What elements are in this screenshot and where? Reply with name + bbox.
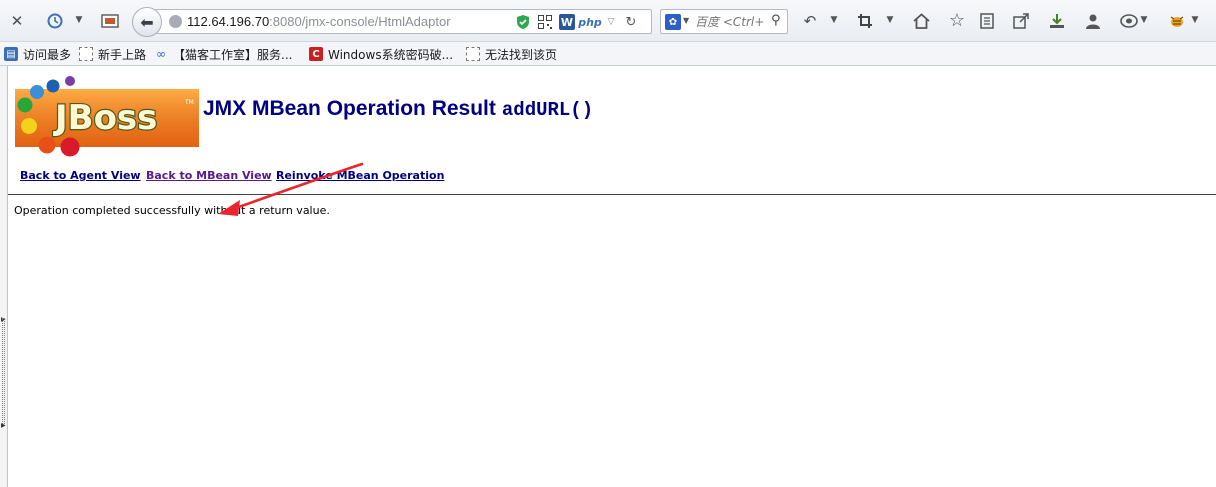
- bookmark-label: 【猫客工作室】服务...: [173, 47, 293, 62]
- php-icon[interactable]: php: [578, 14, 602, 30]
- undo-dropdown-icon[interactable]: ▼: [829, 11, 839, 29]
- divider: [8, 194, 1216, 195]
- qr-code-icon[interactable]: [537, 14, 553, 30]
- home-icon[interactable]: [908, 8, 934, 34]
- share-icon[interactable]: [1008, 8, 1034, 34]
- annotation-arrow-icon: [218, 162, 364, 216]
- browser-toolbar: ✕ ▼ 112.64.196.70:8080/jmx-console/HtmlA…: [0, 0, 1216, 42]
- operation-name: addURL(): [501, 99, 594, 121]
- url-text[interactable]: 112.64.196.70:8080/jmx-console/HtmlAdapt…: [187, 14, 451, 29]
- url-host: 112.64.196.70: [187, 14, 270, 29]
- bookmark-maoke-studio[interactable]: ∞ 【猫客工作室】服务...: [154, 45, 292, 63]
- download-icon[interactable]: [1044, 8, 1070, 34]
- security-shield-icon[interactable]: [515, 14, 531, 30]
- bookmark-windows-password[interactable]: C Windows系统密码破...: [309, 45, 453, 63]
- star-icon[interactable]: ☆: [944, 8, 970, 34]
- url-path: :8080/jmx-console/HtmlAdaptor: [269, 14, 451, 29]
- search-icon[interactable]: ⚲: [771, 13, 781, 28]
- bookmark-most-visited[interactable]: ▤ 访问最多: [4, 45, 71, 63]
- page-title-text: JMX MBean Operation Result: [203, 97, 496, 120]
- bookmarks-bar: ▤ 访问最多 新手上路 ∞ 【猫客工作室】服务... C Windows系统密码…: [0, 42, 1216, 66]
- splitter-arrow-icon: ▶: [1, 422, 6, 429]
- bookmark-label: 新手上路: [98, 47, 147, 62]
- bookmark-label: 访问最多: [23, 47, 72, 62]
- logo-trademark: TM: [184, 99, 194, 106]
- logo-wordmark: JBoss: [53, 98, 157, 138]
- bookmark-folder-icon: ▤: [4, 47, 18, 61]
- page-content: ▶ ▶ JBoss TM JMX MBean Operation Result a…: [0, 66, 1216, 487]
- back-arrow-icon: ⬅: [140, 12, 154, 32]
- bookmark-getting-started[interactable]: 新手上路: [79, 45, 146, 63]
- link-icon: ∞: [156, 47, 166, 61]
- url-bar[interactable]: 112.64.196.70:8080/jmx-console/HtmlAdapt…: [148, 9, 652, 34]
- history-icon[interactable]: [42, 8, 68, 34]
- account-icon[interactable]: [1080, 8, 1106, 34]
- undo-icon[interactable]: ↶: [797, 8, 823, 34]
- firebug-dropdown-icon[interactable]: ▼: [1190, 11, 1200, 29]
- bookmark-label: Windows系统密码破...: [328, 47, 454, 62]
- history-dropdown-icon[interactable]: ▼: [74, 11, 84, 29]
- crop-dropdown-icon[interactable]: ▼: [885, 11, 895, 29]
- search-input[interactable]: [695, 13, 769, 30]
- site-info-icon[interactable]: [169, 15, 182, 28]
- splitter-grip[interactable]: [2, 318, 5, 426]
- reading-list-icon[interactable]: [974, 8, 1000, 34]
- addon-dropdown-icon[interactable]: ▼: [1139, 11, 1149, 29]
- firebug-icon[interactable]: [1164, 8, 1190, 34]
- page-icon: [79, 47, 93, 61]
- back-button[interactable]: ⬅: [132, 7, 162, 37]
- back-to-agent-view-link[interactable]: Back to Agent View: [20, 169, 141, 182]
- screenshot-icon[interactable]: [97, 8, 123, 34]
- reload-icon[interactable]: ↻: [623, 14, 639, 30]
- sidebar-splitter[interactable]: ▶ ▶: [0, 66, 8, 487]
- page-title: JMX MBean Operation Result addURL(): [203, 97, 593, 121]
- search-bar[interactable]: ✿ ▼ ⚲: [660, 9, 788, 34]
- bookmark-label: 无法找到该页: [485, 47, 558, 62]
- url-dropdown-icon[interactable]: ▽: [605, 14, 617, 30]
- jboss-logo: JBoss TM: [15, 76, 199, 157]
- word-icon[interactable]: W: [559, 14, 575, 30]
- baidu-paw-icon[interactable]: ✿: [665, 14, 681, 30]
- bookmark-page-not-found[interactable]: 无法找到该页: [466, 45, 557, 63]
- page-icon: [466, 47, 480, 61]
- close-icon[interactable]: ✕: [4, 8, 30, 34]
- search-engine-dropdown-icon[interactable]: ▼: [683, 16, 689, 25]
- red-c-icon: C: [309, 47, 323, 61]
- crop-icon[interactable]: [852, 8, 878, 34]
